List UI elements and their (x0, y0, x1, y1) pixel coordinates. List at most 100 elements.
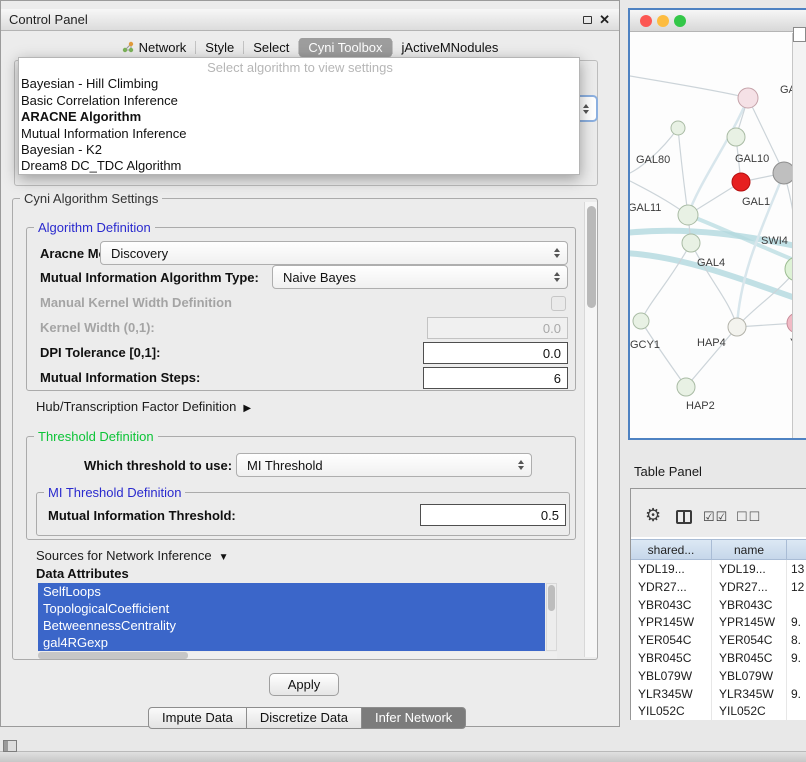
hub-section-toggle[interactable]: Hub/Transcription Factor Definition ▶ (36, 399, 251, 414)
network-canvas-svg[interactable]: GAL80GAL10GAL80GAL11GAL1SWI4GAL4GCY1HAP4… (630, 33, 806, 438)
mi-steps-label: Mutual Information Steps: (40, 370, 200, 385)
close-traffic-light[interactable] (640, 15, 652, 27)
algorithm-option-bayesian-k2[interactable]: Bayesian - K2 (19, 142, 579, 158)
attributes-vscrollbar[interactable] (546, 583, 557, 651)
kernel-width-label: Kernel Width (0,1): (40, 320, 155, 335)
bottom-tab-infer-network[interactable]: Infer Network (361, 707, 466, 729)
column-header-name[interactable]: name (712, 540, 787, 559)
network-node-5[interactable] (678, 205, 698, 225)
mi-threshold-group-title: MI Threshold Definition (44, 485, 185, 500)
table-body: YDL19...YDL19...13YDR27...YDR27...12YBR0… (631, 560, 806, 720)
table-cell (787, 667, 806, 685)
attribute-item-betweennesscentrality[interactable]: BetweennessCentrality (38, 617, 545, 634)
table-cell: YDR27... (631, 578, 712, 596)
network-node-1[interactable] (671, 121, 685, 135)
table-row[interactable]: YDL19...YDL19...13 (631, 560, 806, 578)
tab-label: jActiveMNodules (402, 40, 499, 55)
table-cell: 12 (787, 578, 806, 596)
attribute-item-topologicalcoefficient[interactable]: TopologicalCoefficient (38, 600, 545, 617)
table-row[interactable]: YBR043CYBR043C (631, 596, 806, 614)
table-row[interactable]: YER054CYER054C8. (631, 631, 806, 649)
mi-algorithm-type-label: Mutual Information Algorithm Type: (40, 270, 259, 285)
column-header-2[interactable] (787, 540, 806, 559)
table-cell: YLR345W (631, 685, 712, 703)
table-cell: YER054C (631, 631, 712, 649)
network-edge[interactable] (686, 327, 737, 387)
table-row[interactable]: YLR345WYLR345W9. (631, 685, 806, 703)
algorithm-option-basic-correlation-inference[interactable]: Basic Correlation Inference (19, 93, 579, 109)
table-row[interactable]: YPR145WYPR145W9. (631, 613, 806, 631)
attribute-item-selfloops[interactable]: SelfLoops (38, 583, 545, 600)
window-buttons: ✕ (583, 15, 619, 25)
network-node-11[interactable] (677, 378, 695, 396)
tab-select[interactable]: Select (244, 38, 298, 57)
table-row[interactable]: YBL079WYBL079W (631, 667, 806, 685)
settings-scrollbar[interactable] (584, 202, 597, 657)
gear-icon[interactable]: ⚙ (645, 505, 661, 526)
deselect-all-checkboxes-icon[interactable]: ☐☐ (736, 509, 761, 525)
network-view-titlebar[interactable] (630, 10, 806, 32)
network-edge[interactable] (678, 128, 688, 215)
tab-jactivemnodules[interactable]: jActiveMNodules (393, 38, 508, 57)
network-node-2[interactable] (727, 128, 745, 146)
dpi-tolerance-field[interactable] (423, 342, 568, 364)
settings-scrollbar-thumb[interactable] (587, 206, 596, 308)
algorithm-option-mutual-information-inference[interactable]: Mutual Information Inference (19, 126, 579, 142)
panel-toggle-icon[interactable] (3, 740, 17, 752)
close-icon[interactable]: ✕ (599, 15, 610, 25)
manual-kernel-width-checkbox[interactable] (551, 296, 566, 311)
attribute-item-gal4rgexp[interactable]: gal4RGexp (38, 634, 545, 651)
network-edge[interactable] (630, 128, 678, 173)
tab-style[interactable]: Style (196, 38, 243, 57)
table-row[interactable]: YDR27...YDR27...12 (631, 578, 806, 596)
table-cell: 8. (787, 631, 806, 649)
network-scrollbar-button[interactable] (793, 27, 806, 42)
network-node-4[interactable] (732, 173, 750, 191)
tab-network[interactable]: Network (113, 38, 196, 57)
table-cell (787, 702, 806, 720)
hub-section-label: Hub/Transcription Factor Definition (36, 399, 236, 414)
select-all-checkboxes-icon[interactable]: ☑☑ (703, 509, 728, 525)
network-node-0[interactable] (738, 88, 758, 108)
algorithm-option-bayesian-hill-climbing[interactable]: Bayesian - Hill Climbing (19, 76, 579, 92)
mi-steps-field[interactable] (423, 367, 568, 389)
network-edge[interactable] (641, 321, 686, 387)
network-node-8[interactable] (633, 313, 649, 329)
table-row[interactable]: YBR045CYBR045C9. (631, 649, 806, 667)
mi-threshold-field[interactable] (420, 504, 566, 526)
node-label-gal1: GAL1 (742, 196, 770, 208)
attributes-hscrollbar[interactable] (38, 652, 557, 659)
control-panel-titlebar[interactable]: Control Panel ✕ (1, 9, 619, 31)
aracne-mode-select[interactable]: Discovery (100, 241, 568, 265)
window-title: Control Panel (1, 12, 88, 27)
bottom-tab-impute-data[interactable]: Impute Data (148, 707, 247, 729)
network-node-6[interactable] (682, 234, 700, 252)
float-window-icon[interactable] (583, 16, 592, 24)
collapsed-arrow-icon: ▶ (243, 403, 251, 414)
attributes-vscrollbar-thumb[interactable] (548, 585, 555, 611)
aracne-mode-value: Discovery (111, 246, 168, 261)
network-vscrollbar[interactable] (792, 33, 806, 438)
sources-section-toggle[interactable]: Sources for Network Inference▼ (36, 548, 228, 563)
columns-icon[interactable] (676, 510, 692, 524)
column-header-shared-[interactable]: shared... (631, 540, 712, 559)
apply-button[interactable]: Apply (269, 673, 339, 696)
tab-cyni-toolbox[interactable]: Cyni Toolbox (299, 38, 391, 57)
algorithm-option-dream8-dc-tdc-algorithm[interactable]: Dream8 DC_TDC Algorithm (19, 158, 579, 174)
network-node-9[interactable] (728, 318, 746, 336)
table-row[interactable]: YIL052CYIL052C (631, 702, 806, 720)
attributes-hscrollbar-thumb[interactable] (38, 652, 188, 659)
mi-algorithm-type-select[interactable]: Naive Bayes (272, 265, 568, 289)
which-threshold-select[interactable]: MI Threshold (236, 453, 532, 477)
kernel-width-field[interactable] (427, 317, 568, 339)
dropdown-arrows-icon (583, 104, 589, 114)
minimize-traffic-light[interactable] (657, 15, 669, 27)
network-edge[interactable] (630, 76, 748, 98)
algorithm-definition-title: Algorithm Definition (34, 220, 155, 235)
network-edge[interactable] (691, 243, 737, 327)
algorithm-option-aracne-algorithm[interactable]: ARACNE Algorithm (19, 109, 579, 125)
zoom-traffic-light[interactable] (674, 15, 686, 27)
bottom-tab-discretize-data[interactable]: Discretize Data (246, 707, 362, 729)
tab-label: Select (253, 40, 289, 55)
table-cell: YBL079W (712, 667, 787, 685)
